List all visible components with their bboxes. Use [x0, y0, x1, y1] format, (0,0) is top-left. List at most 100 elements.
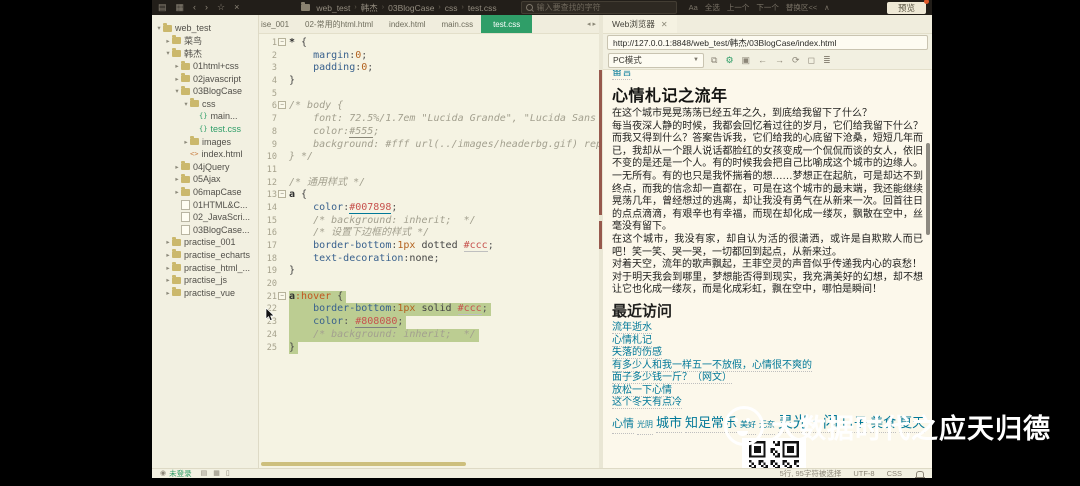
breadcrumb-item[interactable]: css [445, 3, 458, 13]
sidebar-item-index-html[interactable]: <>index.html [152, 148, 258, 161]
code-line[interactable]: 22 border-bottom:1px solid #ccc; [259, 303, 599, 316]
tag-link[interactable]: 光阴 [637, 416, 653, 435]
close-tab-icon[interactable]: ✕ [661, 20, 668, 29]
code-line[interactable]: 19} [259, 265, 599, 278]
browser-tab[interactable]: Web浏览器 ✕ [603, 15, 677, 33]
sidebar-item-main[interactable]: {}main... [152, 110, 258, 123]
recent-link[interactable]: 这个冬天有点冷 [612, 397, 682, 409]
recent-link[interactable]: 失落的伤感 [612, 347, 662, 359]
forward-icon[interactable]: › [205, 0, 208, 15]
sidebar-item-06mapcase[interactable]: ▸06mapCase [152, 186, 258, 199]
recent-link[interactable]: 流年逝水 [612, 322, 652, 334]
code-line[interactable]: 10} */ [259, 151, 599, 164]
refresh-icon[interactable]: ⟳ [792, 51, 800, 69]
code-line[interactable]: 15 /* background: inherit; */ [259, 215, 599, 228]
menu-icon[interactable]: ≣ [823, 51, 831, 69]
recent-link[interactable]: 面子多少钱一斤？（网文） [612, 372, 732, 384]
code-line[interactable]: 25} [259, 342, 599, 355]
breadcrumb-item[interactable]: 03BlogCase [388, 3, 434, 13]
sidebar-item-practise-echarts[interactable]: ▸practise_echarts [152, 249, 258, 262]
sidebar-item-05ajax[interactable]: ▸05Ajax [152, 173, 258, 186]
notification-bell-icon[interactable] [916, 471, 924, 477]
editor-tab-ise-001[interactable]: ise_001 [259, 15, 297, 33]
back-icon[interactable]: ← [758, 51, 767, 69]
recent-link[interactable]: 放松一下心情 [612, 385, 672, 397]
code-line[interactable]: 3 padding:0; [259, 62, 599, 75]
code-line[interactable]: 6/* body { [259, 100, 599, 113]
lock-icon[interactable]: ◻ [808, 51, 815, 69]
save-icon[interactable]: ▦ [176, 0, 185, 15]
code-line[interactable]: 1* { [259, 37, 599, 50]
breadcrumb-item[interactable]: test.css [468, 3, 497, 13]
code-line[interactable]: 24 /* background: inherit; */ [259, 329, 599, 342]
code-line[interactable]: 13a { [259, 189, 599, 202]
find-control-toggle[interactable]: ∧ [824, 3, 830, 12]
sidebar-item-test-css[interactable]: {}test.css [152, 123, 258, 136]
star-icon[interactable]: ☆ [217, 0, 225, 15]
code-line[interactable]: 8 color:#555; [259, 126, 599, 139]
code-line[interactable]: 21a:hover { [259, 291, 599, 304]
breadcrumb-item[interactable]: web_test [316, 3, 350, 13]
code-editor[interactable]: 1* {2 margin:0;3 padding:0;4}56/* body {… [259, 34, 599, 468]
find-control-aa[interactable]: Aa [689, 3, 698, 12]
sidebar-item-01html-c[interactable]: 01HTML&C... [152, 198, 258, 211]
find-control-toggle[interactable]: 替换区<< [786, 2, 817, 13]
sidebar-item-practise-js[interactable]: ▸practise_js [152, 274, 258, 287]
horizontal-scrollbar[interactable] [261, 462, 466, 466]
code-line[interactable]: 7 font: 72.5%/1.7em "Lucida Grande", "Lu… [259, 113, 599, 126]
sidebar-item-02javascript[interactable]: ▸02javascript [152, 72, 258, 85]
fold-icon[interactable] [277, 37, 287, 50]
sidebar-item-i1[interactable]: ▸菜鸟 [152, 35, 258, 48]
tag-link[interactable]: 城市 [656, 414, 682, 433]
code-line[interactable]: 9 background: #fff url(../images/headerb… [259, 139, 599, 152]
fold-icon[interactable] [277, 100, 287, 113]
sidebar-item-css[interactable]: ▾css [152, 98, 258, 111]
code-line[interactable]: 5 [259, 88, 599, 101]
screenshot-icon[interactable]: ▣ [742, 51, 751, 69]
recent-link[interactable]: 有多少人和我一样五一不放假，心情很不爽的 [612, 360, 812, 372]
sidebar-item-practise-vue[interactable]: ▸practise_vue [152, 286, 258, 299]
find-control-toggle[interactable]: 上一个 [727, 2, 750, 13]
sidebar-item-04jquery[interactable]: ▸04jQuery [152, 161, 258, 174]
list-icon[interactable]: ▤ [201, 469, 208, 478]
code-line[interactable]: 16 /* 设置下边框的样式 */ [259, 227, 599, 240]
sidebar-item-images[interactable]: ▸images [152, 135, 258, 148]
vertical-scrollbar[interactable] [926, 143, 930, 235]
code-line[interactable]: 17 border-bottom:1px dotted #ccc; [259, 240, 599, 253]
preview-button[interactable]: 预览 [887, 2, 926, 14]
sidebar-item-practise-html[interactable]: ▸practise_html_... [152, 261, 258, 274]
forward-icon[interactable]: → [775, 51, 784, 69]
device-mode-select[interactable]: PC模式 ▼ [608, 53, 704, 68]
login-status[interactable]: ◉ 未登录 [160, 469, 192, 478]
code-line[interactable]: 11 [259, 164, 599, 177]
code-line[interactable]: 23 color: #808080; [259, 316, 599, 329]
tag-link[interactable]: 心情 [612, 415, 634, 434]
recent-link[interactable]: 心情札记 [612, 335, 652, 347]
back-icon[interactable]: ‹ [193, 0, 196, 15]
url-input[interactable] [607, 35, 928, 50]
fold-icon[interactable] [277, 291, 287, 304]
sidebar-item-02-javascri[interactable]: 02_JavaScri... [152, 211, 258, 224]
sidebar-item-01html-css[interactable]: ▸01html+css [152, 60, 258, 73]
sidebar-item-web-test[interactable]: ▾web_test [152, 22, 258, 35]
layout-icon[interactable]: ▦ [213, 469, 220, 478]
fold-icon[interactable] [277, 189, 287, 202]
code-line[interactable]: 20 [259, 278, 599, 291]
code-line[interactable]: 4} [259, 75, 599, 88]
new-file-icon[interactable]: ▤ [158, 0, 167, 15]
open-external-icon[interactable]: ⧉ [711, 51, 717, 69]
phone-icon[interactable]: ▯ [226, 469, 230, 478]
code-line[interactable]: 18 text-decoration:none; [259, 253, 599, 266]
breadcrumb-item[interactable]: 韩杰 [361, 2, 378, 14]
code-line[interactable]: 2 margin:0; [259, 50, 599, 63]
guestbook-link[interactable]: 留言 [612, 70, 632, 80]
code-line[interactable]: 14 color:#007898; [259, 202, 599, 215]
editor-tab-02-html-html[interactable]: 02-常用的html.html [297, 15, 381, 33]
sidebar-item-03blogcase[interactable]: 03BlogCase... [152, 224, 258, 237]
find-control-toggle[interactable]: 全选 [705, 2, 720, 13]
editor-tab-index-html[interactable]: index.html [381, 15, 433, 33]
settings-icon[interactable]: ⚙ [725, 51, 733, 69]
tab-scroll-arrows[interactable]: ◂ ▸ [587, 15, 599, 33]
sidebar-item-i2[interactable]: ▾韩杰 [152, 47, 258, 60]
code-line[interactable]: 12/* 通用样式 */ [259, 177, 599, 190]
